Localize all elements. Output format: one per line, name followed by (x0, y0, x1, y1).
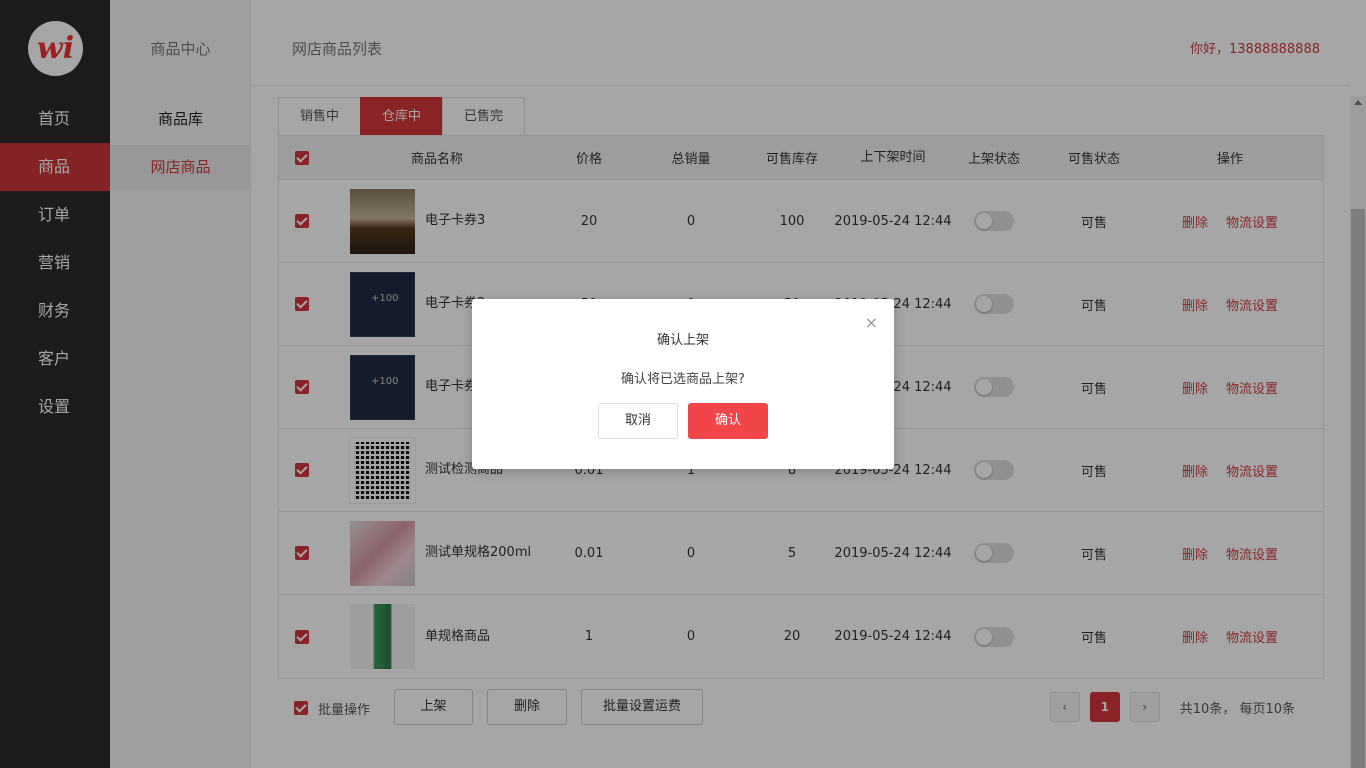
dialog-message: 确认将已选商品上架? (621, 372, 745, 387)
close-icon[interactable]: × (865, 313, 878, 332)
dialog-title: 确认上架 (656, 333, 709, 348)
confirm-button[interactable]: 确认 (688, 403, 768, 439)
confirm-dialog: 确认上架 × 确认将已选商品上架? 取消 确认 (472, 299, 894, 469)
cancel-button[interactable]: 取消 (598, 403, 678, 439)
